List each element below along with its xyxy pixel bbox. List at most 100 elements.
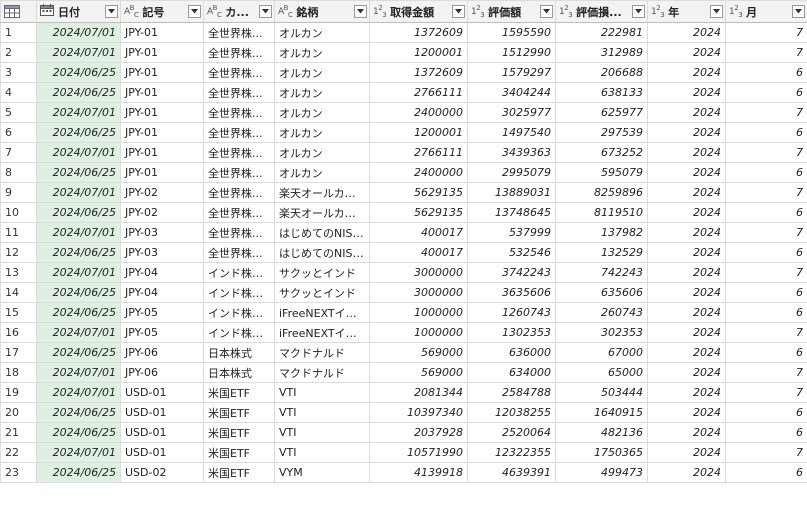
cost-cell[interactable]: 1000000 — [369, 322, 468, 343]
table-row[interactable]: 4 2024/06/25 JPY-01 全世界株... オルカン 2766111 34042… — [0, 82, 807, 103]
number-type-icon[interactable]: 123 — [471, 4, 485, 19]
gain-cell[interactable]: 1640915 — [555, 402, 648, 423]
table-row[interactable]: 21 2024/06/25 USD-01 米国ETF VTI 2037928 2520064… — [0, 422, 807, 443]
text-type-icon[interactable]: ABC — [124, 4, 139, 19]
table-row[interactable]: 20 2024/06/25 USD-01 米国ETF VTI 10397340 120382… — [0, 402, 807, 423]
date-cell[interactable]: 2024/06/25 — [36, 62, 121, 83]
date-cell[interactable]: 2024/06/25 — [36, 282, 121, 303]
column-header-6[interactable]: 123 評価損... — [555, 0, 648, 23]
name-cell[interactable]: オルカン — [274, 82, 370, 103]
row-number[interactable]: 3 — [0, 62, 37, 83]
date-cell[interactable]: 2024/06/25 — [36, 422, 121, 443]
date-cell[interactable]: 2024/06/25 — [36, 462, 121, 483]
code-cell[interactable]: JPY-01 — [120, 102, 204, 123]
category-cell[interactable]: 全世界株... — [203, 162, 275, 183]
value-cell[interactable]: 3742243 — [467, 262, 556, 283]
value-cell[interactable]: 2584788 — [467, 382, 556, 403]
row-number[interactable]: 22 — [0, 442, 37, 463]
year-cell[interactable]: 2024 — [647, 322, 726, 343]
year-cell[interactable]: 2024 — [647, 382, 726, 403]
cost-cell[interactable]: 1200001 — [369, 42, 468, 63]
year-cell[interactable]: 2024 — [647, 402, 726, 423]
row-number[interactable]: 9 — [0, 182, 37, 203]
value-cell[interactable]: 636000 — [467, 342, 556, 363]
cost-cell[interactable]: 1000000 — [369, 302, 468, 323]
year-cell[interactable]: 2024 — [647, 102, 726, 123]
month-cell[interactable]: 6 — [725, 402, 807, 423]
cost-cell[interactable]: 2400000 — [369, 102, 468, 123]
cost-cell[interactable]: 10397340 — [369, 402, 468, 423]
gain-cell[interactable]: 297539 — [555, 122, 648, 143]
table-row[interactable]: 9 2024/07/01 JPY-02 全世界株... 楽天オールカン... 562913… — [0, 182, 807, 203]
gain-cell[interactable]: 625977 — [555, 102, 648, 123]
gain-cell[interactable]: 742243 — [555, 262, 648, 283]
column-header-2[interactable]: ABC カ... — [203, 0, 275, 23]
cost-cell[interactable]: 400017 — [369, 222, 468, 243]
name-cell[interactable]: マクドナルド — [274, 362, 370, 383]
code-cell[interactable]: JPY-01 — [120, 42, 204, 63]
code-cell[interactable]: JPY-05 — [120, 302, 204, 323]
code-cell[interactable]: JPY-01 — [120, 82, 204, 103]
row-number[interactable]: 12 — [0, 242, 37, 263]
number-type-icon[interactable]: 123 — [729, 4, 743, 19]
gain-cell[interactable]: 503444 — [555, 382, 648, 403]
table-row[interactable]: 15 2024/06/25 JPY-05 インド株式... iFreeNEXTインド 10… — [0, 302, 807, 323]
month-cell[interactable]: 7 — [725, 442, 807, 463]
category-cell[interactable]: 全世界株... — [203, 102, 275, 123]
gain-cell[interactable]: 132529 — [555, 242, 648, 263]
column-header-3[interactable]: ABC 銘柄 — [274, 0, 370, 23]
cost-cell[interactable]: 2037928 — [369, 422, 468, 443]
table-row[interactable]: 5 2024/07/01 JPY-01 全世界株... オルカン 2400000 30259… — [0, 102, 807, 123]
month-cell[interactable]: 7 — [725, 42, 807, 63]
date-cell[interactable]: 2024/07/01 — [36, 42, 121, 63]
text-type-icon[interactable]: ABC — [207, 4, 222, 19]
category-cell[interactable]: インド株式... — [203, 322, 275, 343]
row-number[interactable]: 16 — [0, 322, 37, 343]
date-cell[interactable]: 2024/06/25 — [36, 82, 121, 103]
name-cell[interactable]: VTI — [274, 402, 370, 423]
name-cell[interactable]: 楽天オールカン... — [274, 202, 370, 223]
cost-cell[interactable]: 3000000 — [369, 282, 468, 303]
row-number[interactable]: 14 — [0, 282, 37, 303]
row-number[interactable]: 2 — [0, 42, 37, 63]
year-cell[interactable]: 2024 — [647, 442, 726, 463]
row-number[interactable]: 7 — [0, 142, 37, 163]
cost-cell[interactable]: 400017 — [369, 242, 468, 263]
text-type-icon[interactable]: ABC — [278, 4, 293, 19]
month-cell[interactable]: 6 — [725, 462, 807, 483]
table-row[interactable]: 10 2024/06/25 JPY-02 全世界株... 楽天オールカン... 56291… — [0, 202, 807, 223]
number-type-icon[interactable]: 123 — [559, 4, 573, 19]
date-cell[interactable]: 2024/06/25 — [36, 242, 121, 263]
code-cell[interactable]: JPY-04 — [120, 262, 204, 283]
month-cell[interactable]: 6 — [725, 82, 807, 103]
year-cell[interactable]: 2024 — [647, 302, 726, 323]
row-number[interactable]: 13 — [0, 262, 37, 283]
column-header-0[interactable]: 日付 — [36, 0, 121, 23]
date-cell[interactable]: 2024/07/01 — [36, 262, 121, 283]
value-cell[interactable]: 13748645 — [467, 202, 556, 223]
month-cell[interactable]: 7 — [725, 362, 807, 383]
code-cell[interactable]: JPY-06 — [120, 342, 204, 363]
name-cell[interactable]: iFreeNEXTインド — [274, 302, 370, 323]
year-cell[interactable]: 2024 — [647, 82, 726, 103]
row-number[interactable]: 17 — [0, 342, 37, 363]
name-cell[interactable]: オルカン — [274, 122, 370, 143]
category-cell[interactable]: 全世界株... — [203, 202, 275, 223]
gain-cell[interactable]: 8259896 — [555, 182, 648, 203]
month-cell[interactable]: 7 — [725, 142, 807, 163]
filter-dropdown-icon[interactable] — [710, 5, 723, 18]
value-cell[interactable]: 1302353 — [467, 322, 556, 343]
gain-cell[interactable]: 222981 — [555, 22, 648, 43]
gain-cell[interactable]: 1750365 — [555, 442, 648, 463]
row-number[interactable]: 6 — [0, 122, 37, 143]
value-cell[interactable]: 634000 — [467, 362, 556, 383]
table-row[interactable]: 18 2024/07/01 JPY-06 日本株式 マクドナルド 569000 634000… — [0, 362, 807, 383]
table-row[interactable]: 1 2024/07/01 JPY-01 全世界株... オルカン 1372609 15955… — [0, 22, 807, 43]
month-cell[interactable]: 6 — [725, 202, 807, 223]
year-cell[interactable]: 2024 — [647, 262, 726, 283]
table-row[interactable]: 7 2024/07/01 JPY-01 全世界株... オルカン 2766111 34393… — [0, 142, 807, 163]
code-cell[interactable]: JPY-03 — [120, 222, 204, 243]
cost-cell[interactable]: 1200001 — [369, 122, 468, 143]
filter-dropdown-icon[interactable] — [632, 5, 645, 18]
month-cell[interactable]: 7 — [725, 22, 807, 43]
